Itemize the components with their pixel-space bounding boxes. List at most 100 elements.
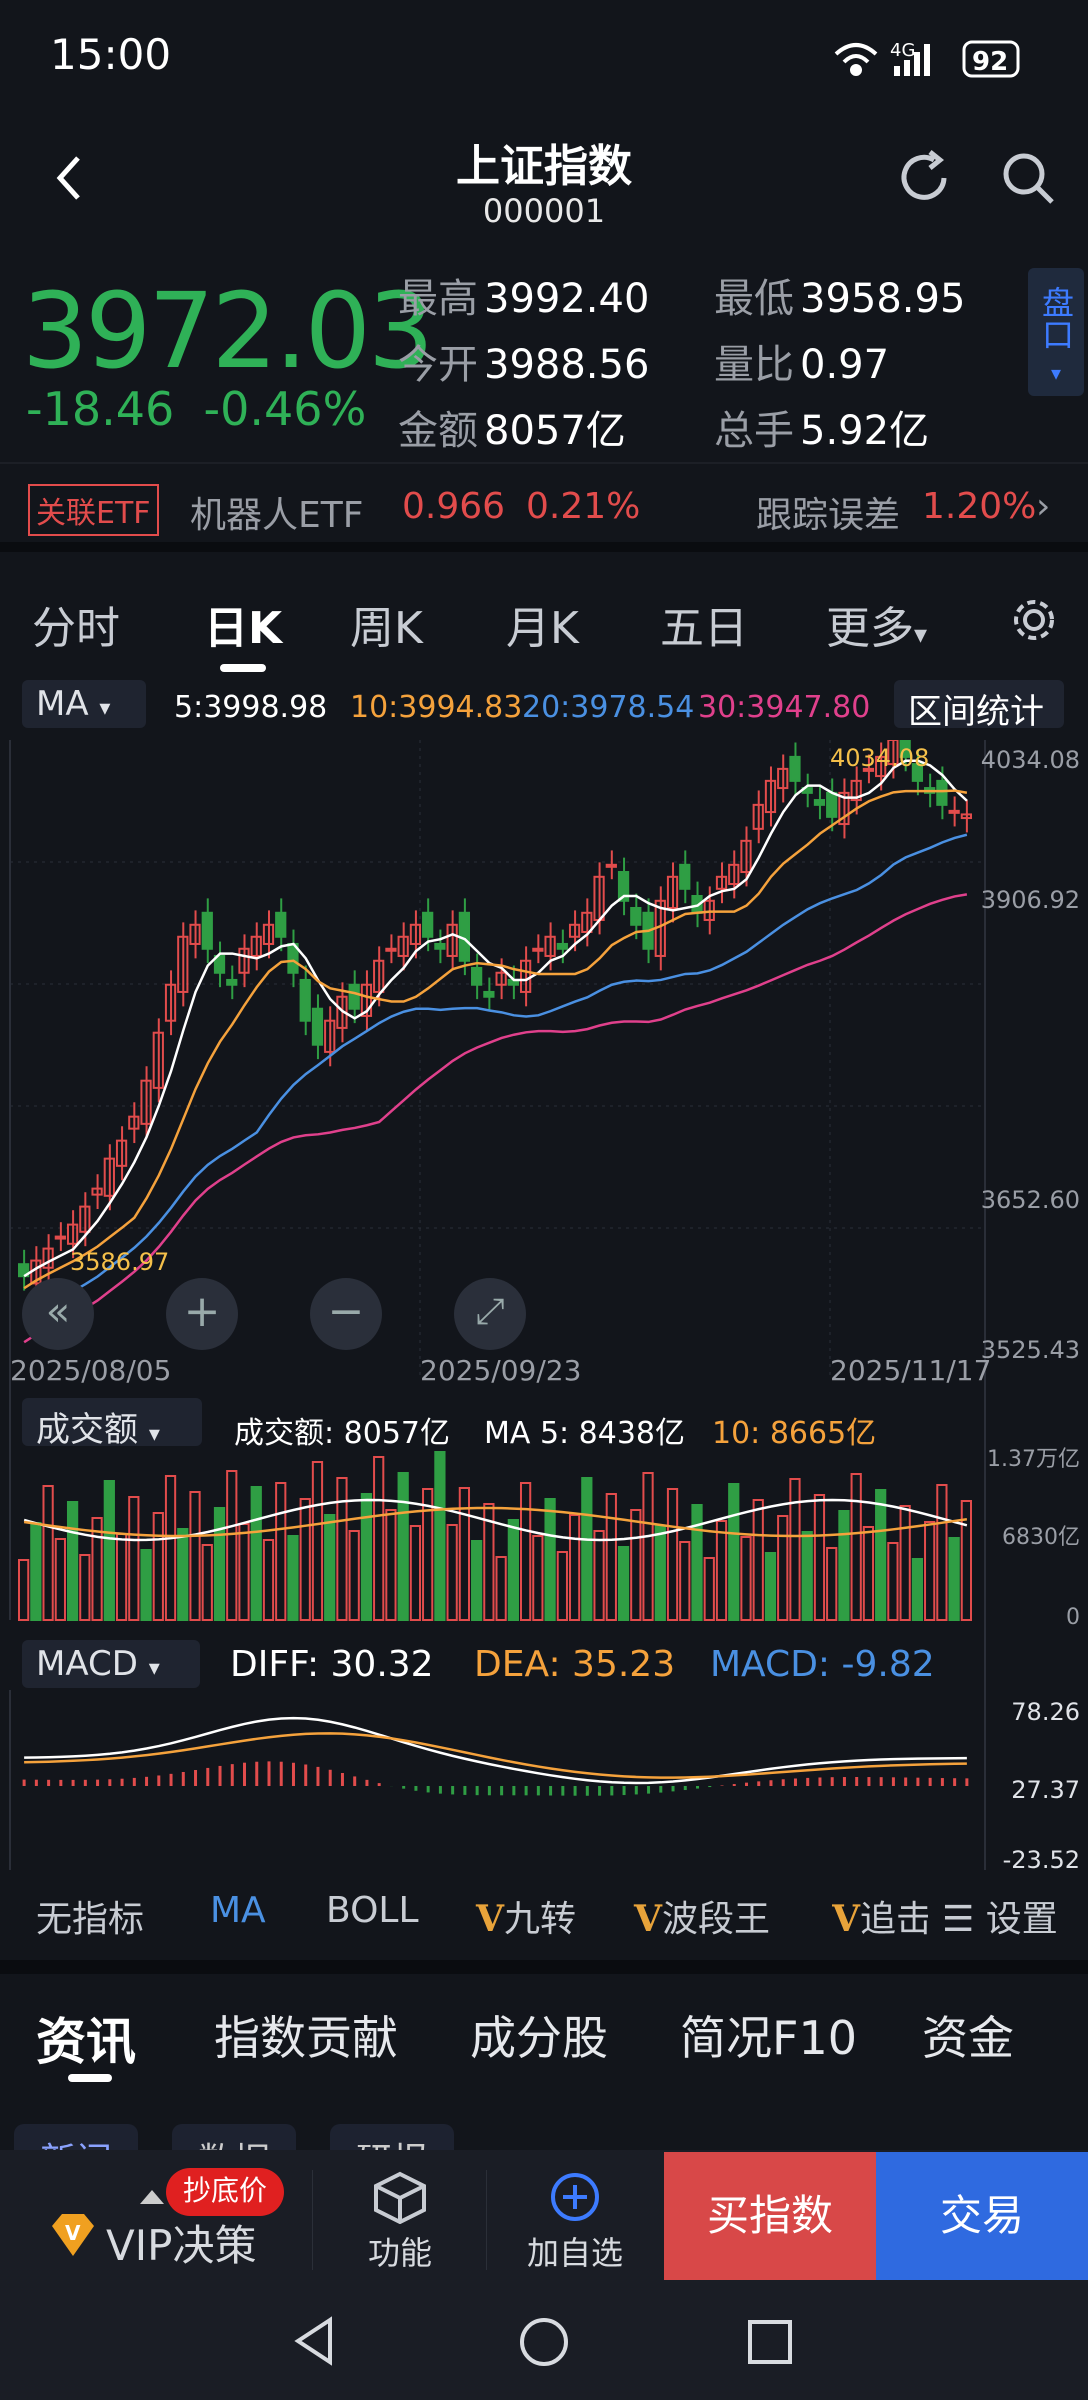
volume-bar — [862, 1526, 875, 1621]
function-button[interactable]: 功能 — [340, 2170, 460, 2280]
volume-bar — [801, 1531, 813, 1621]
zoom-in-button[interactable]: + — [166, 1278, 238, 1350]
range-stats-button[interactable]: 区间统计 — [894, 680, 1064, 732]
ma-selector[interactable]: MA ▾ — [22, 680, 146, 728]
candle — [630, 906, 642, 926]
back-nav-icon[interactable] — [290, 2316, 340, 2366]
volume-bar — [789, 1478, 801, 1621]
tab-capital[interactable]: 资金 — [922, 2002, 1014, 2068]
candle — [789, 755, 801, 782]
ma20-value: 20:3978.54 — [522, 690, 695, 725]
volume-bar — [777, 1515, 789, 1621]
add-watchlist-button[interactable]: 加自选 — [510, 2170, 640, 2280]
volume-bar — [850, 1473, 862, 1621]
scroll-left-button[interactable]: « — [22, 1278, 94, 1350]
search-icon[interactable] — [998, 148, 1058, 208]
volume-y-tick: 0 — [1066, 1605, 1080, 1630]
tab-weekly-k[interactable]: 周K — [350, 592, 423, 656]
indicator-boduanwang[interactable]: V波段王 — [634, 1890, 770, 1942]
hands-stat: 总手 5.92亿 — [714, 408, 930, 454]
volume-bar — [238, 1523, 250, 1621]
pankou-button[interactable]: 盘口 ▾ — [1028, 268, 1084, 396]
volume-bar — [311, 1461, 324, 1621]
kline-x-tick: 2025/08/05 — [10, 1354, 171, 1387]
kline-y-tick: 3906.92 — [981, 886, 1080, 914]
divider — [312, 2170, 313, 2270]
period-tabs: 分时 日K 周K 月K 五日 更多▾ — [0, 570, 1088, 672]
fullscreen-button[interactable]: ⤢ — [454, 1278, 526, 1350]
macd-y-tick: 78.26 — [1011, 1698, 1080, 1726]
candle — [605, 863, 617, 868]
open-stat: 今开 3988.56 — [398, 342, 650, 388]
page-header: 上证指数 000001 — [0, 120, 1088, 240]
volume-bar — [128, 1496, 140, 1621]
tab-monthly-k[interactable]: 月K — [506, 592, 579, 656]
related-etf-bar[interactable]: 关联ETF 机器人ETF 0.966 0.21% 跟踪误差 1.20% › — [0, 462, 1088, 552]
volume-bar — [826, 1547, 838, 1621]
candle — [226, 978, 238, 986]
kline-x-tick: 2025/11/17 — [830, 1354, 991, 1387]
candle — [813, 799, 826, 806]
indicator-jiuzhuan[interactable]: V九转 — [476, 1890, 576, 1942]
candle — [422, 911, 434, 938]
trade-button[interactable]: 交易 — [876, 2152, 1088, 2280]
etf-price: 0.966 — [402, 486, 506, 527]
ma30-value: 30:3947.80 — [698, 690, 871, 725]
volume-bar — [703, 1557, 715, 1621]
tab-five-day[interactable]: 五日 — [660, 592, 748, 656]
indicator-boll[interactable]: BOLL — [326, 1890, 419, 1931]
tab-components[interactable]: 成分股 — [470, 2002, 608, 2068]
ma20-line — [23, 833, 968, 1320]
indicator-none[interactable]: 无指标 — [36, 1890, 144, 1942]
volume-selector[interactable]: 成交额 ▾ — [22, 1398, 202, 1450]
etf-tag: 关联ETF — [28, 484, 159, 536]
tab-f10[interactable]: 简况F10 — [680, 2002, 857, 2068]
volume-bar — [30, 1522, 42, 1621]
ma10-value: 10:3994.83 — [350, 690, 523, 725]
volume-bar — [373, 1456, 385, 1621]
volume-bar — [103, 1480, 115, 1621]
volume-bar — [299, 1498, 311, 1621]
home-nav-icon[interactable] — [518, 2316, 570, 2368]
indicator-settings[interactable]: ☰ 设置 — [934, 1890, 1058, 1942]
volume-bar — [581, 1477, 593, 1621]
indicator-strip: 无指标 MA BOLL V九转 V波段王 V追击 ☰ 设置 — [0, 1876, 1088, 1956]
refresh-icon[interactable] — [896, 148, 956, 208]
volume-bar — [446, 1524, 458, 1621]
volume-bar — [899, 1505, 911, 1621]
volume-bar — [875, 1489, 887, 1621]
vip-label: VIP决策 — [106, 2221, 257, 2270]
tab-daily-k[interactable]: 日K — [204, 592, 282, 656]
volume-bar — [764, 1552, 777, 1621]
buy-index-button[interactable]: 买指数 — [664, 2152, 876, 2280]
indicator-ma[interactable]: MA — [210, 1890, 266, 1931]
volume-bar — [348, 1530, 360, 1621]
volume-bar — [164, 1475, 177, 1621]
recents-nav-icon[interactable] — [746, 2318, 794, 2366]
volume-bar — [911, 1558, 924, 1621]
volume-bar — [152, 1512, 164, 1621]
volume-bar — [752, 1499, 764, 1621]
tab-more[interactable]: 更多▾ — [826, 592, 927, 656]
volume-bar — [617, 1546, 630, 1621]
chart-area[interactable]: 4034.08 3906.92 3652.60 3525.43 2025/08/05 20… — [0, 713, 1088, 1880]
ma-legend: MA ▾ 5:3998.98 10:3994.83 20:3978.54 30:… — [0, 676, 1088, 736]
macd-selector[interactable]: MACD ▾ — [22, 1640, 200, 1688]
volume-bar — [630, 1509, 642, 1621]
tab-index-contribution[interactable]: 指数贡献 — [214, 2002, 398, 2068]
indicator-zhuiji[interactable]: V追击 — [832, 1890, 928, 1942]
tab-intraday[interactable]: 分时 — [32, 592, 120, 656]
volume-bar — [605, 1493, 617, 1621]
volume-bar — [275, 1482, 287, 1621]
volume-bar — [544, 1498, 556, 1621]
kline-chart-svg[interactable]: 4034.08 3906.92 3652.60 3525.43 2025/08/05 20… — [0, 713, 1088, 1876]
chart-settings-icon[interactable] — [1010, 596, 1058, 644]
volume-bar — [924, 1521, 936, 1621]
zoom-out-button[interactable]: − — [310, 1278, 382, 1350]
volume-bar — [226, 1470, 238, 1621]
candle — [826, 791, 838, 818]
track-error-label: 跟踪误差 — [756, 495, 901, 536]
action-bar: V VIP决策 抄底价 功能 加自选 买指数 交易 — [0, 2150, 1088, 2282]
tab-news[interactable]: 资讯 — [36, 2002, 136, 2074]
volume-bar — [593, 1530, 605, 1621]
